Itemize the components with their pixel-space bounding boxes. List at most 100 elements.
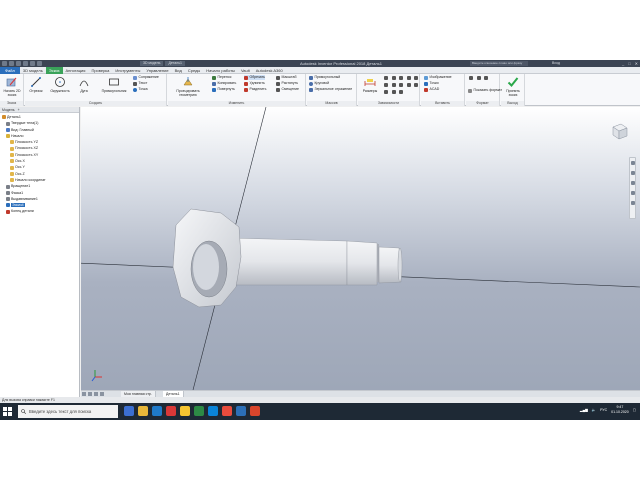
taskbar-app-icon[interactable] [152, 406, 162, 416]
tab-manage[interactable]: Управление [143, 67, 171, 74]
home-icon[interactable] [37, 61, 42, 66]
rectangular-pattern-button[interactable]: Прямоугольный [309, 75, 340, 80]
title-doc-tab[interactable]: 3D модель [140, 61, 164, 66]
notifications-icon[interactable]: ▢ [633, 408, 636, 412]
save-icon[interactable] [16, 61, 21, 66]
arrange-icon[interactable] [94, 392, 98, 396]
tab-inspect[interactable]: Проверка [88, 67, 112, 74]
stretch-button[interactable]: Растянуть [276, 81, 298, 86]
look-at-icon[interactable] [630, 201, 635, 205]
taskbar-search-input[interactable]: Введите здесь текст для поиска [18, 405, 118, 418]
circular-pattern-button[interactable]: Круговой [309, 81, 329, 86]
rectangle-button[interactable]: Прямоугольник [99, 76, 129, 93]
taskbar-app-icon[interactable] [250, 406, 260, 416]
mirror-button[interactable]: Зеркальное отражение [309, 87, 352, 92]
new-icon[interactable] [2, 61, 7, 66]
image-label: Изображение [429, 75, 452, 79]
taskbar-app-icon[interactable] [236, 406, 246, 416]
orbit-icon[interactable] [630, 191, 635, 195]
tab-view[interactable]: Вид [172, 67, 185, 74]
zoom-icon[interactable] [630, 181, 635, 185]
vertical-icon[interactable] [399, 83, 403, 87]
move-button[interactable]: Перенос [212, 75, 232, 80]
offset-button[interactable]: Смещение [276, 87, 299, 92]
image-button[interactable]: Изображение [424, 75, 452, 80]
smooth-icon[interactable] [384, 90, 388, 94]
construction-icon[interactable] [469, 76, 473, 80]
tab-environments[interactable]: Среды [185, 67, 203, 74]
tree-item[interactable]: Конец детали [0, 208, 79, 214]
tab-annotate[interactable]: Аннотация [63, 67, 89, 74]
finish-sketch-button[interactable]: Принять эскиз [502, 76, 524, 97]
line-button[interactable]: Отрезок [25, 76, 47, 93]
tab-get-started[interactable]: Начало работы [203, 67, 238, 74]
concentric-icon[interactable] [399, 76, 403, 80]
acad-button[interactable]: ACAD [424, 87, 439, 92]
circle-button[interactable]: Окружность [49, 76, 71, 93]
tab-tools[interactable]: Инструменты [112, 67, 143, 74]
fillet-button[interactable]: Сопряжение [133, 75, 159, 80]
taskbar-app-icon[interactable] [222, 406, 232, 416]
tab-vault[interactable]: Vault [238, 67, 253, 74]
help-search-input[interactable]: Введите ключевое слово или фразу [470, 61, 528, 66]
start-2d-sketch-button[interactable]: Начать 2D эскиз [1, 76, 23, 97]
cascade-icon[interactable] [88, 392, 92, 396]
graphics-viewport[interactable] [81, 107, 640, 390]
tab-sketch[interactable]: Эскиз [45, 66, 63, 74]
minimize-button[interactable]: _ [622, 61, 624, 66]
show-format-button[interactable]: Показать формат [468, 88, 502, 93]
volume-icon[interactable]: 🔈 [592, 408, 596, 412]
collinear-icon[interactable] [391, 76, 396, 80]
show-constraints-icon[interactable] [399, 90, 403, 94]
maximize-button[interactable]: □ [628, 61, 630, 66]
text-button[interactable]: Текст [133, 81, 147, 86]
title-doc-tab[interactable]: Деталь1 [165, 61, 185, 66]
copy-button[interactable]: Копировать [212, 81, 236, 86]
close-button[interactable]: ✕ [635, 61, 638, 66]
redo-icon[interactable] [30, 61, 35, 66]
pan-icon[interactable] [630, 171, 635, 175]
dimension-button[interactable]: Размеры [359, 76, 381, 93]
open-icon[interactable] [9, 61, 14, 66]
center-point-icon[interactable] [484, 76, 488, 80]
taskbar-app-icon[interactable] [180, 406, 190, 416]
taskbar-app-icon[interactable] [124, 406, 134, 416]
steering-wheel-icon[interactable] [630, 161, 635, 165]
extend-button[interactable]: Удлинить [244, 81, 265, 86]
project-geometry-button[interactable]: Проецировать геометрию [170, 76, 206, 97]
file-menu-button[interactable]: Файл [0, 66, 20, 74]
trim-button[interactable]: Обрезать [244, 75, 265, 80]
taskbar-app-icon[interactable] [138, 406, 148, 416]
taskbar-app-icon[interactable] [208, 406, 218, 416]
undo-icon[interactable] [23, 61, 28, 66]
list-icon[interactable] [100, 392, 104, 396]
rotate-button[interactable]: Повернуть [212, 87, 235, 92]
tab-3d-model[interactable]: 3D модель [20, 67, 46, 74]
clock[interactable]: 9:47 01.10.2020 [611, 405, 629, 415]
browser-tab-model[interactable]: Модель [2, 108, 15, 112]
tile-icon[interactable] [82, 392, 86, 396]
browser-tab-add[interactable]: + [18, 108, 20, 112]
taskbar-app-icon[interactable] [166, 406, 176, 416]
language-indicator[interactable]: РУС [600, 408, 607, 412]
points-button[interactable]: Точки [424, 81, 439, 86]
split-button[interactable]: Разделить [244, 87, 266, 92]
scale-button[interactable]: Масштаб [276, 75, 296, 80]
network-icon[interactable]: ▂▄▆ [580, 408, 588, 412]
windows-start-icon[interactable] [3, 407, 12, 416]
sign-in-button[interactable]: Вход [552, 61, 560, 66]
perpendicular-icon[interactable] [384, 83, 388, 87]
point-button[interactable]: Точка [133, 87, 148, 92]
horizontal-icon[interactable] [391, 83, 396, 87]
symmetric-icon[interactable] [391, 90, 396, 94]
parallel-icon[interactable] [414, 76, 418, 80]
coincident-icon[interactable] [384, 76, 388, 80]
tab-a360[interactable]: Autodesk A360 [253, 67, 286, 74]
centerline-icon[interactable] [476, 76, 481, 80]
fix-icon[interactable] [406, 76, 411, 80]
taskbar-app-icon[interactable] [194, 406, 204, 416]
arc-button[interactable]: Дуга [73, 76, 95, 93]
tangent-icon[interactable] [406, 83, 411, 87]
equal-icon[interactable] [414, 83, 418, 87]
viewcube-icon[interactable] [609, 121, 629, 141]
